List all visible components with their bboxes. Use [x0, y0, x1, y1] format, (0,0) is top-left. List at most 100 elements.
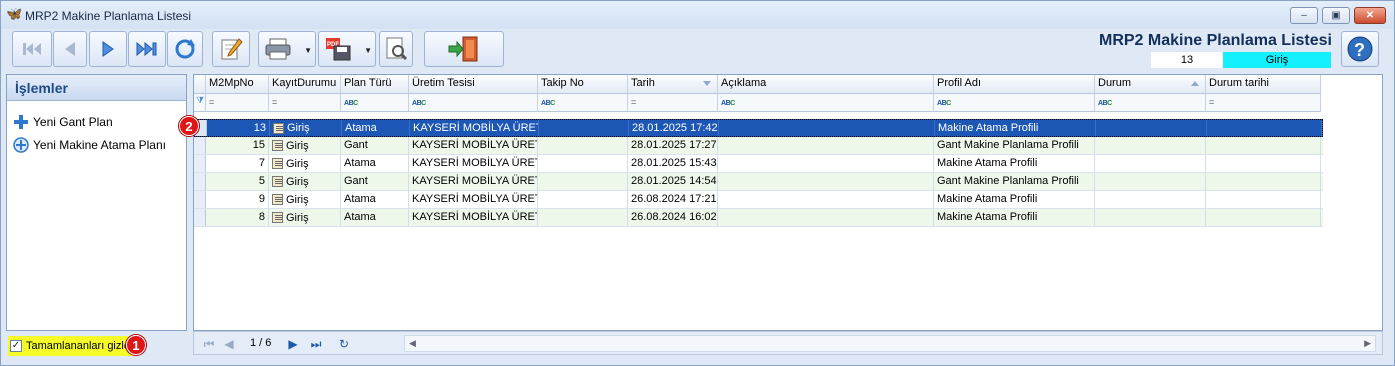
first-record-button[interactable] — [12, 31, 52, 67]
nav-first-icon[interactable]: ⏮ — [199, 336, 219, 352]
cell-tur[interactable]: Gant — [341, 173, 409, 190]
filter-cell[interactable]: ABC — [1095, 94, 1206, 111]
cell-aciklama[interactable] — [719, 120, 935, 136]
cell-no[interactable]: 5 — [206, 173, 269, 190]
table-row[interactable]: 7 Giriş Atama KAYSERİ MOBİLYA ÜRETİ 28.01.20… — [194, 155, 1323, 173]
cell-tur[interactable]: Atama — [341, 209, 409, 226]
cell-kayit[interactable]: Giriş — [270, 120, 342, 136]
cell-durum[interactable] — [1095, 173, 1206, 190]
cell-tarih[interactable]: 26.08.2024 17:21 — [628, 191, 718, 208]
cell-durum[interactable] — [1095, 155, 1206, 172]
print-dropdown-icon[interactable]: ▼ — [304, 46, 312, 55]
cell-takip[interactable] — [538, 173, 628, 190]
cell-profil[interactable]: Makine Atama Profili — [934, 209, 1095, 226]
nav-refresh-icon[interactable]: ↻ — [334, 336, 354, 352]
help-button[interactable]: ? — [1341, 31, 1379, 67]
cell-profil[interactable]: Gant Makine Planlama Profili — [934, 137, 1095, 154]
cell-profil[interactable]: Gant Makine Planlama Profili — [934, 173, 1095, 190]
cell-durum_tarihi[interactable] — [1207, 120, 1322, 136]
filter-cell[interactable]: ABC — [538, 94, 628, 111]
cell-tarih[interactable]: 28.01.2025 17:42 — [629, 120, 719, 136]
cell-no[interactable]: 9 — [206, 191, 269, 208]
filter-cell[interactable]: ABC — [409, 94, 538, 111]
last-record-button[interactable] — [128, 31, 166, 67]
column-header-uretim-tesisi[interactable]: Üretim Tesisi — [409, 75, 538, 93]
cell-tesis[interactable]: KAYSERİ MOBİLYA ÜRETİ — [409, 155, 538, 172]
cell-aciklama[interactable] — [718, 137, 934, 154]
cell-tur[interactable]: Atama — [341, 155, 409, 172]
table-row[interactable]: 5 Giriş Gant KAYSERİ MOBİLYA ÜRETİ 28.01.202… — [194, 173, 1323, 191]
cell-tesis[interactable]: KAYSERİ MOBİLYA ÜRETİ — [409, 137, 538, 154]
cell-profil[interactable]: Makine Atama Profili — [934, 191, 1095, 208]
nav-last-icon[interactable]: ⏭ — [306, 336, 326, 352]
cell-kayit[interactable]: Giriş — [269, 209, 341, 226]
row-indicator[interactable] — [194, 155, 206, 172]
new-machine-assignment-link[interactable]: Yeni Makine Atama Planı — [13, 136, 166, 154]
cell-no[interactable]: 8 — [206, 209, 269, 226]
previous-record-button[interactable] — [53, 31, 87, 67]
cell-durum[interactable] — [1095, 191, 1206, 208]
cell-no[interactable]: 7 — [206, 155, 269, 172]
cell-aciklama[interactable] — [718, 155, 934, 172]
horizontal-scrollbar[interactable]: ◀ ▶ — [404, 335, 1376, 352]
cell-durum[interactable] — [1096, 120, 1207, 136]
tools-button[interactable] — [379, 31, 413, 67]
column-header-tarih[interactable]: Tarih — [628, 75, 718, 93]
checkbox-check-icon[interactable]: ✓ — [10, 340, 22, 352]
cell-takip[interactable] — [538, 137, 628, 154]
cell-tur[interactable]: Gant — [341, 137, 409, 154]
cell-durum[interactable] — [1095, 209, 1206, 226]
table-row[interactable]: 8 Giriş Atama KAYSERİ MOBİLYA ÜRETİ 26.08.20… — [194, 209, 1323, 227]
cell-no[interactable]: 15 — [206, 137, 269, 154]
row-indicator[interactable] — [194, 209, 206, 226]
filter-cell[interactable]: ABC — [341, 94, 409, 111]
cell-tarih[interactable]: 26.08.2024 16:02 — [628, 209, 718, 226]
close-button[interactable]: ✕ — [1354, 7, 1386, 24]
cell-durum_tarihi[interactable] — [1206, 173, 1321, 190]
column-header-aciklama[interactable]: Açıklama — [718, 75, 934, 93]
cell-tur[interactable]: Atama — [342, 120, 410, 136]
next-record-button[interactable] — [89, 31, 127, 67]
filter-cell[interactable]: = — [628, 94, 718, 111]
table-row[interactable]: 9 Giriş Atama KAYSERİ MOBİLYA ÜRETİ 26.08.20… — [194, 191, 1323, 209]
filter-cell[interactable]: = — [1206, 94, 1321, 111]
column-header-kayitdurumu[interactable]: KayıtDurumu — [269, 75, 341, 93]
cell-takip[interactable] — [538, 209, 628, 226]
cell-tarih[interactable]: 28.01.2025 15:43 — [628, 155, 718, 172]
cell-tarih[interactable]: 28.01.2025 14:54 — [628, 173, 718, 190]
cell-kayit[interactable]: Giriş — [269, 155, 341, 172]
cell-durum_tarihi[interactable] — [1206, 137, 1321, 154]
export-pdf-button[interactable]: PDF ▼ — [318, 31, 376, 67]
cell-tesis[interactable]: KAYSERİ MOBİLYA ÜRETİ — [409, 173, 538, 190]
hide-completed-checkbox[interactable]: ✓ Tamamlananları gizle — [8, 336, 133, 356]
cell-durum_tarihi[interactable] — [1206, 155, 1321, 172]
maximize-button[interactable]: ▣ — [1322, 7, 1350, 24]
cell-kayit[interactable]: Giriş — [269, 137, 341, 154]
new-gant-plan-link[interactable]: Yeni Gant Plan — [13, 113, 113, 131]
print-button[interactable]: ▼ — [258, 31, 316, 67]
row-indicator[interactable] — [194, 191, 206, 208]
cell-aciklama[interactable] — [718, 191, 934, 208]
cell-tarih[interactable]: 28.01.2025 17:27 — [628, 137, 718, 154]
edit-button[interactable] — [212, 31, 250, 67]
filter-cell[interactable]: = — [269, 94, 341, 111]
column-header-profil-adi[interactable]: Profil Adı — [934, 75, 1095, 93]
filter-cell[interactable]: ABC — [934, 94, 1095, 111]
cell-kayit[interactable]: Giriş — [269, 191, 341, 208]
column-header-durum-tarihi[interactable]: Durum tarihi — [1206, 75, 1321, 93]
cell-aciklama[interactable] — [718, 209, 934, 226]
cell-tesis[interactable]: KAYSERİ MOBİLYA ÜRETİ — [409, 209, 538, 226]
cell-tesis[interactable]: KAYSERİ MOBİLYA ÜRETİ — [409, 191, 538, 208]
cell-kayit[interactable]: Giriş — [269, 173, 341, 190]
cell-takip[interactable] — [538, 191, 628, 208]
cell-durum_tarihi[interactable] — [1206, 191, 1321, 208]
cell-durum_tarihi[interactable] — [1206, 209, 1321, 226]
scroll-right-icon[interactable]: ▶ — [1364, 336, 1371, 351]
table-row[interactable]: 15 Giriş Gant KAYSERİ MOBİLYA ÜRETİ 28.01.20… — [194, 137, 1323, 155]
scroll-left-icon[interactable]: ◀ — [409, 336, 416, 351]
column-header-plan-turu[interactable]: Plan Türü — [341, 75, 409, 93]
column-header-takip-no[interactable]: Takip No — [538, 75, 628, 93]
exit-button[interactable] — [424, 31, 504, 67]
row-indicator[interactable] — [194, 137, 206, 154]
nav-previous-icon[interactable]: ◀ — [222, 336, 236, 352]
